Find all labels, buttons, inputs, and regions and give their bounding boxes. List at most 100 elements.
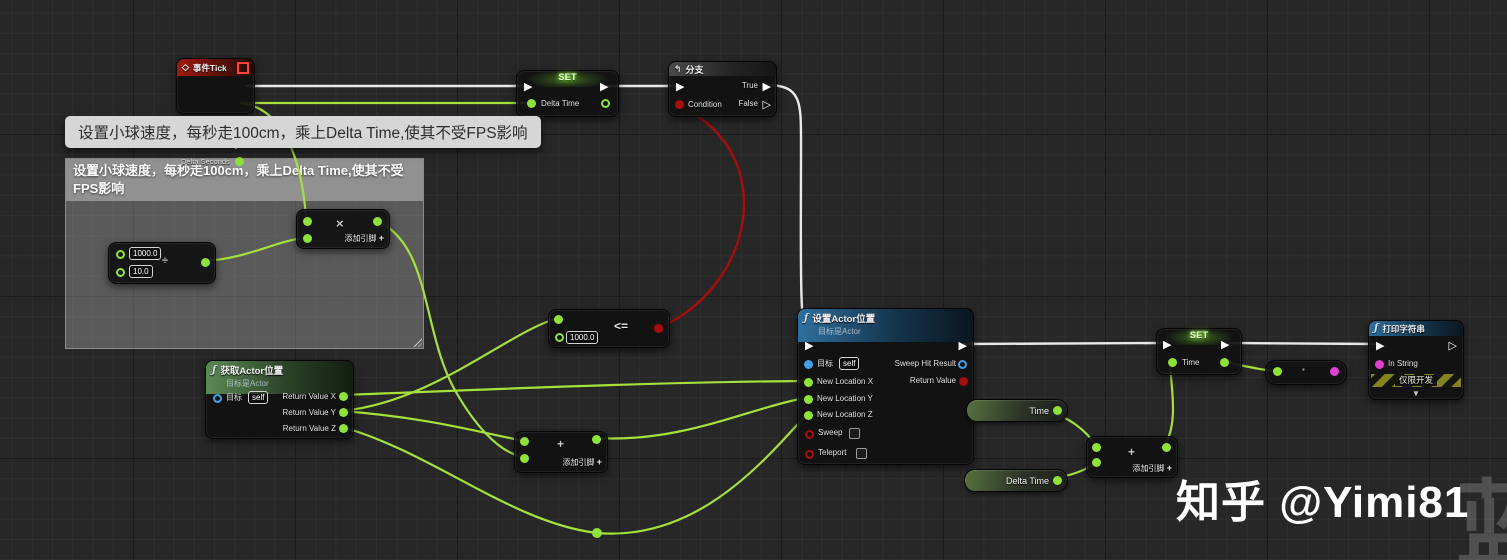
node-set-time[interactable]: SET ▶ ▶ Time bbox=[1156, 328, 1242, 375]
delta-seconds-pin[interactable] bbox=[235, 157, 244, 166]
return-z-label: Return Value Z bbox=[282, 424, 336, 433]
dividend-input[interactable]: 1000.0 bbox=[129, 247, 162, 260]
comment-resize-handle[interactable] bbox=[412, 337, 422, 347]
condition-pin[interactable] bbox=[675, 100, 684, 109]
get-actor-location-title: 获取Actor位置 bbox=[220, 366, 284, 377]
graph-canvas[interactable]: 设置小球速度，每秒走100cm，乘上Delta Time,使其不受FPS影响 设… bbox=[0, 0, 1507, 560]
teleport-checkbox[interactable] bbox=[856, 448, 867, 459]
string-out-pin[interactable] bbox=[1330, 367, 1339, 376]
self-box[interactable]: self bbox=[248, 391, 269, 404]
plus-icon: + bbox=[557, 437, 565, 451]
self-box[interactable]: self bbox=[839, 357, 860, 370]
tooltip: 设置小球速度，每秒走100cm，乘上Delta Time,使其不受FPS影响 bbox=[65, 116, 541, 148]
add-pin-label[interactable]: 添加引脚 bbox=[1133, 464, 1165, 473]
compare-b-pin[interactable] bbox=[555, 333, 564, 342]
return-x-pin[interactable] bbox=[339, 392, 348, 401]
divisor-pin[interactable] bbox=[116, 268, 125, 277]
compare-a-pin[interactable] bbox=[554, 315, 563, 324]
addend-b-pin[interactable] bbox=[520, 454, 529, 463]
true-label: True bbox=[741, 81, 758, 90]
delta-time-in-pin[interactable] bbox=[527, 99, 536, 108]
factor-b-pin[interactable] bbox=[303, 234, 312, 243]
node-add-location[interactable]: + 添加引脚 + bbox=[514, 431, 608, 473]
plus-icon[interactable]: + bbox=[597, 457, 602, 467]
comment-title[interactable]: 设置小球速度，每秒走100cm，乘上Delta Time,使其不受FPS影响 bbox=[66, 159, 423, 202]
sweep-hit-result-pin[interactable] bbox=[958, 360, 967, 369]
new-location-z-label: New Location Z bbox=[817, 410, 873, 419]
false-exec-pin[interactable]: ▷ bbox=[763, 99, 771, 110]
sweep-checkbox[interactable] bbox=[849, 428, 860, 439]
teleport-pin[interactable] bbox=[805, 450, 814, 459]
exec-out-pin[interactable]: ▶ bbox=[959, 340, 967, 351]
node-less-equal[interactable]: 1000.0 <= bbox=[548, 309, 670, 348]
result-pin[interactable] bbox=[592, 435, 601, 444]
node-print-string[interactable]: ƒ 打印字符串 ▶ ▷ In String 仅限开发 ▼ bbox=[1368, 320, 1464, 400]
divisor-input[interactable]: 10.0 bbox=[129, 265, 153, 278]
reroute-node[interactable] bbox=[592, 528, 602, 538]
wire-getx-to-locx bbox=[341, 379, 806, 397]
addend-a-pin[interactable] bbox=[1092, 443, 1101, 452]
plus-icon[interactable]: + bbox=[1167, 463, 1172, 473]
dividend-pin[interactable] bbox=[116, 250, 125, 259]
result-pin[interactable] bbox=[1162, 443, 1171, 452]
exec-out-pin[interactable]: ▶ bbox=[600, 81, 608, 92]
result-pin[interactable] bbox=[201, 258, 210, 267]
add-pin-label[interactable]: 添加引脚 bbox=[345, 234, 377, 243]
wire-gety-to-add1 bbox=[341, 409, 521, 442]
wire-add1-to-locy bbox=[595, 396, 806, 440]
exec-out-pin[interactable]: ▷ bbox=[1449, 340, 1457, 351]
return-value-pin[interactable] bbox=[959, 377, 968, 386]
value-out-pin[interactable] bbox=[601, 99, 610, 108]
set-actor-location-title: 设置Actor位置 bbox=[812, 314, 876, 325]
new-location-z-pin[interactable] bbox=[804, 411, 813, 420]
addend-b-pin[interactable] bbox=[1092, 458, 1101, 467]
time-out-pin[interactable] bbox=[1053, 406, 1062, 415]
plus-icon: + bbox=[1128, 445, 1136, 459]
development-only-banner: 仅限开发 bbox=[1371, 374, 1461, 387]
node-to-string[interactable]: ▪ bbox=[1265, 360, 1347, 385]
true-exec-pin[interactable]: ▶ bbox=[763, 81, 771, 92]
compare-b-input[interactable]: 1000.0 bbox=[566, 331, 599, 344]
node-set-actor-location[interactable]: ƒ 设置Actor位置 目标是Actor ▶ ▶ 目标 self New Loca… bbox=[797, 308, 974, 465]
node-event-tick[interactable]: ◇ 事件Tick ▶ Delta Seconds bbox=[176, 58, 255, 166]
node-set-delta-time[interactable]: SET ▶ ▶ Delta Time bbox=[516, 70, 619, 117]
delta-time-out-pin[interactable] bbox=[1053, 476, 1062, 485]
node-divide[interactable]: 1000.0 10.0 ÷ bbox=[108, 242, 216, 284]
node-get-actor-location[interactable]: ƒ 获取Actor位置 目标是Actor 目标 self Return Value… bbox=[205, 360, 354, 439]
exec-in-pin[interactable]: ▶ bbox=[1163, 339, 1171, 350]
return-z-pin[interactable] bbox=[339, 424, 348, 433]
in-string-pin[interactable] bbox=[1375, 360, 1384, 369]
target-pin[interactable] bbox=[804, 360, 813, 369]
return-y-pin[interactable] bbox=[339, 408, 348, 417]
node-add-time[interactable]: + 添加引脚 + bbox=[1086, 436, 1178, 478]
function-icon: ƒ bbox=[804, 312, 809, 324]
addend-a-pin[interactable] bbox=[520, 437, 529, 446]
node-get-time[interactable]: Time bbox=[966, 399, 1068, 422]
result-pin[interactable] bbox=[654, 324, 663, 333]
wire-reroute-to-locz bbox=[596, 415, 806, 535]
expand-arrow-icon[interactable]: ▼ bbox=[1412, 390, 1420, 398]
add-pin-label[interactable]: 添加引脚 bbox=[563, 458, 595, 467]
exec-in-pin[interactable]: ▶ bbox=[524, 81, 532, 92]
value-out-pin[interactable] bbox=[1220, 358, 1229, 367]
node-multiply[interactable]: × 添加引脚 + bbox=[296, 209, 390, 249]
delta-time-label: Delta Time bbox=[1005, 475, 1049, 486]
node-branch[interactable]: ↰ 分支 ▶ Condition True ▶ False ▷ bbox=[668, 61, 777, 117]
result-pin[interactable] bbox=[373, 217, 382, 226]
sweep-pin[interactable] bbox=[805, 430, 814, 439]
plus-icon[interactable]: + bbox=[379, 233, 384, 243]
factor-a-pin[interactable] bbox=[303, 217, 312, 226]
target-pin[interactable] bbox=[213, 394, 222, 403]
exec-in-pin[interactable]: ▶ bbox=[1376, 340, 1384, 351]
float-in-pin[interactable] bbox=[1273, 367, 1282, 376]
development-only-label: 仅限开发 bbox=[1394, 375, 1437, 386]
new-location-x-pin[interactable] bbox=[804, 378, 813, 387]
time-in-pin[interactable] bbox=[1168, 358, 1177, 367]
exec-in-pin[interactable]: ▶ bbox=[805, 340, 813, 351]
wire-lessequal-to-condition bbox=[661, 103, 746, 328]
exec-in-pin[interactable]: ▶ bbox=[676, 81, 684, 92]
node-get-delta-time[interactable]: Delta Time bbox=[964, 469, 1068, 492]
exec-out-pin[interactable]: ▶ bbox=[1221, 339, 1229, 350]
return-x-label: Return Value X bbox=[282, 392, 336, 401]
new-location-y-pin[interactable] bbox=[804, 395, 813, 404]
